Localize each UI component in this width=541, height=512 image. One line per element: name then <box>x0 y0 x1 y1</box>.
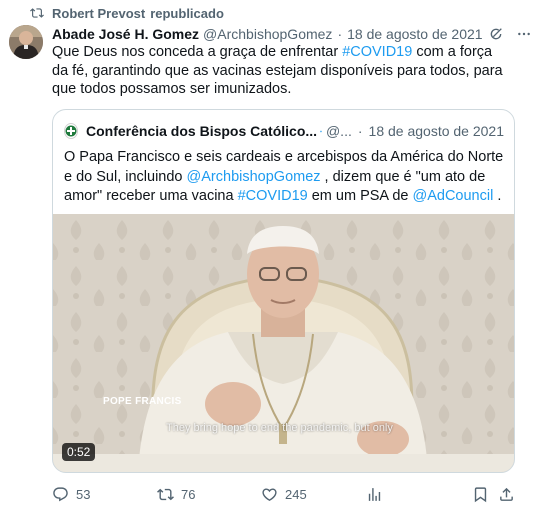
separator-dot: · <box>357 123 363 139</box>
mention-link[interactable]: @AdCouncil <box>413 188 494 204</box>
quote-text: O Papa Francisco e seis cardeais e arceb… <box>64 148 504 207</box>
bookmark-button[interactable] <box>472 484 489 504</box>
bookmark-icon <box>474 486 487 502</box>
share-icon <box>500 487 513 501</box>
like-icon <box>262 487 277 501</box>
reposter-name[interactable]: Robert Prevost <box>52 6 145 21</box>
verified-badge-icon <box>320 130 322 132</box>
quote-header: Conferência dos Bispos Católico... @... … <box>64 122 504 140</box>
quote-text-part: em um PSA de <box>307 188 413 204</box>
repost-label: republicado <box>150 5 224 21</box>
views-icon <box>368 487 381 501</box>
author-name[interactable]: Abade José H. Gomez <box>52 26 199 42</box>
repost-count: 76 <box>181 486 196 502</box>
mention-link[interactable]: @ArchbishopGomez <box>187 169 321 185</box>
tweet-text-part: Que Deus nos conceda a graça de enfrenta… <box>52 44 343 60</box>
quoted-tweet[interactable]: Conferência dos Bispos Católico... @... … <box>52 109 515 473</box>
video-player[interactable]: POPE FRANCIS They bring hope to end the … <box>53 214 514 472</box>
share-button[interactable] <box>498 484 515 504</box>
reply-count: 53 <box>76 486 91 502</box>
views-button[interactable] <box>366 484 390 504</box>
quote-author-handle[interactable]: @... <box>326 123 352 139</box>
video-subtitle: They bring hope to end the pandemic, but… <box>166 422 393 434</box>
repost-icon <box>30 8 44 18</box>
hashtag-link[interactable]: #COVID19 <box>238 188 308 204</box>
repost-icon <box>157 488 174 500</box>
quote-author-name[interactable]: Conferência dos Bispos Católico... <box>86 123 317 139</box>
reply-icon <box>53 486 68 501</box>
avatar[interactable] <box>9 25 43 59</box>
separator-dot: · <box>337 26 343 42</box>
author-handle[interactable]: @ArchbishopGomez <box>203 26 332 42</box>
tweet-text: Que Deus nos conceda a graça de enfrenta… <box>52 43 512 99</box>
like-count: 245 <box>285 486 307 502</box>
tweet-date[interactable]: 18 de agosto de 2021 <box>347 26 482 42</box>
hashtag-link[interactable]: #COVID19 <box>342 44 412 60</box>
quote-text-part: . <box>493 188 502 204</box>
action-bar: 53 76 245 <box>52 484 514 504</box>
avatar-image <box>9 25 43 59</box>
repost-context[interactable]: Robert Prevost republicado <box>30 5 224 21</box>
more-icon[interactable] <box>515 25 533 43</box>
tweet-header: Abade José H. Gomez @ArchbishopGomez · 1… <box>52 24 533 44</box>
video-duration: 0:52 <box>62 443 96 461</box>
repost-button[interactable]: 76 <box>157 484 195 504</box>
video-overlay-label: POPE FRANCIS <box>103 396 182 407</box>
reply-button[interactable]: 53 <box>52 484 90 504</box>
grok-icon[interactable] <box>487 25 505 43</box>
quote-avatar[interactable] <box>64 123 78 139</box>
quote-date[interactable]: 18 de agosto de 2021 <box>369 123 504 139</box>
like-button[interactable]: 245 <box>261 484 307 504</box>
